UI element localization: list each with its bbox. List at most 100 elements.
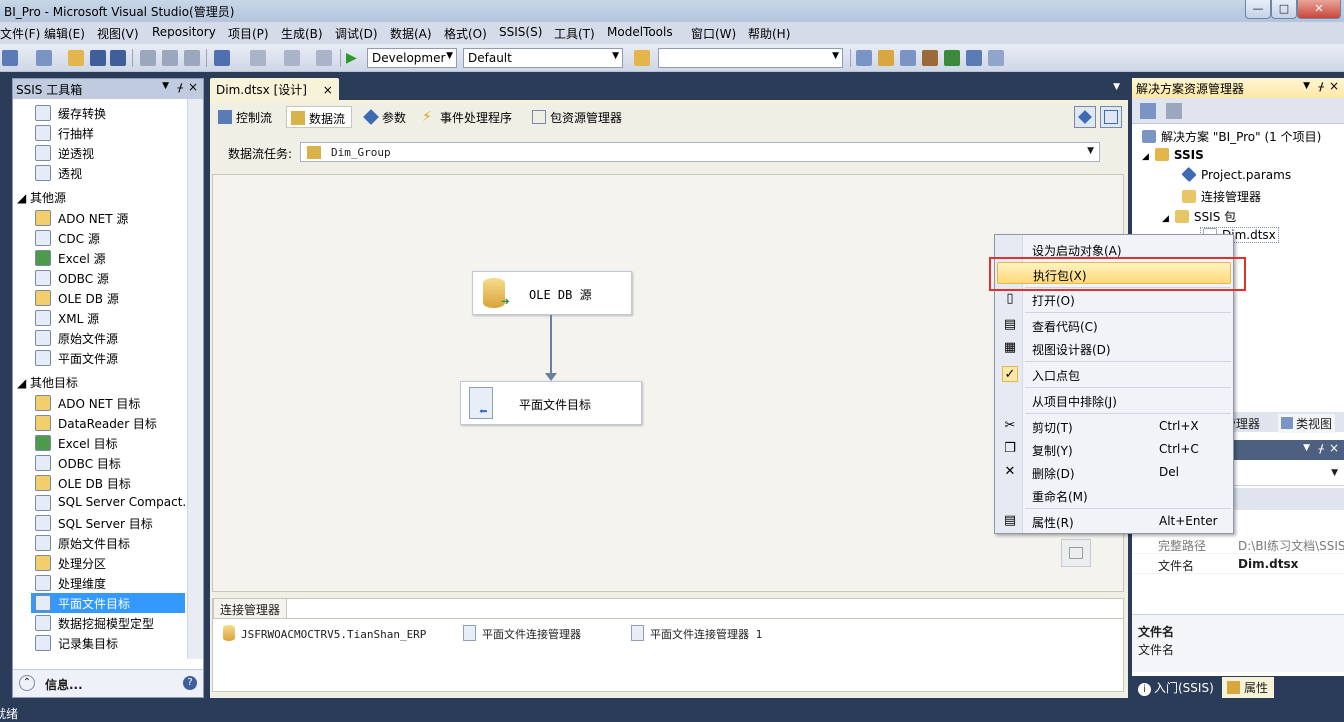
close-icon[interactable]: × xyxy=(1329,79,1339,93)
solution-config-combo[interactable]: Developmer ▼ xyxy=(367,48,457,68)
menu-modeltools[interactable]: ModelTools xyxy=(607,25,673,39)
toolbox-item[interactable]: ADO NET 源 xyxy=(31,208,185,228)
toolbox-item[interactable]: XML 源 xyxy=(31,308,185,328)
tab-event-handlers[interactable]: ⚡ 事件处理程序 xyxy=(418,106,518,128)
tree-ssis-packages[interactable]: ◢ SSIS 包 xyxy=(1162,208,1236,225)
toolbox-item[interactable]: CDC 源 xyxy=(31,228,185,248)
paste-icon[interactable] xyxy=(184,50,200,66)
property-row-full-path[interactable]: 完整路径 D:\BI练习文档\SSIS xyxy=(1132,534,1344,554)
menu-help[interactable]: 帮助(H) xyxy=(748,25,790,42)
redo-icon[interactable] xyxy=(250,50,266,66)
toolbox-item[interactable]: ODBC 目标 xyxy=(31,453,185,473)
menu-rename[interactable]: 重命名(M) xyxy=(997,484,1231,506)
close-icon[interactable]: × xyxy=(188,80,198,94)
navigate-forward-icon[interactable] xyxy=(316,50,332,66)
toolbox-group-sources[interactable]: ◢ 其他源 xyxy=(17,189,66,206)
toolbox-item[interactable]: OLE DB 源 xyxy=(31,288,185,308)
flat-file-destination-node[interactable]: ⬅ 平面文件目标 xyxy=(460,381,642,425)
menu-view[interactable]: 视图(V) xyxy=(97,25,139,42)
menu-repository[interactable]: Repository xyxy=(152,25,216,39)
add-item-icon[interactable] xyxy=(36,50,52,66)
minimize-button[interactable]: — xyxy=(1245,0,1271,19)
toolbox-item[interactable]: SQL Server 目标 xyxy=(31,513,185,533)
toolbox-item-selected[interactable]: 平面文件目标 xyxy=(31,593,185,613)
output-window-icon[interactable] xyxy=(988,50,1004,66)
properties-icon[interactable] xyxy=(1140,103,1156,119)
toolbox-item[interactable]: 处理维度 xyxy=(31,573,185,593)
menu-debug[interactable]: 调试(D) xyxy=(335,25,378,42)
toolbox-item[interactable]: Excel 目标 xyxy=(31,433,185,453)
tab-overflow-icon[interactable]: ▼ xyxy=(1113,82,1120,92)
toolbox-scrollbar[interactable] xyxy=(187,99,203,659)
toolbox-item[interactable]: 平面文件源 xyxy=(31,348,185,368)
menu-data[interactable]: 数据(A) xyxy=(390,25,432,42)
menu-cut[interactable]: ✂ 剪切(T) Ctrl+X xyxy=(997,415,1231,437)
solution-explorer-icon[interactable] xyxy=(856,50,872,66)
save-icon[interactable] xyxy=(90,50,106,66)
menu-view-designer[interactable]: ▦ 视图设计器(D) xyxy=(997,337,1231,359)
close-button[interactable]: ✕ xyxy=(1297,0,1341,19)
data-flow-canvas[interactable]: ➜ OLE DB 源 ⬅ 平面文件目标 xyxy=(212,174,1124,592)
connection-item[interactable]: JSFRWOACMOCTRV5.TianShan_ERP xyxy=(223,625,426,641)
document-tab-dim[interactable]: Dim.dtsx [设计] × xyxy=(210,78,339,100)
close-icon[interactable]: × xyxy=(1329,441,1339,455)
tree-solution[interactable]: 解决方案 "BI_Pro" (1 个项目) xyxy=(1142,128,1321,145)
dropdown-icon[interactable]: ▼ xyxy=(162,81,169,91)
connection-item[interactable]: 平面文件连接管理器 xyxy=(463,625,581,642)
pin-icon[interactable]: ᚋ xyxy=(1319,80,1324,93)
menu-build[interactable]: 生成(B) xyxy=(281,25,323,42)
menu-ssis[interactable]: SSIS(S) xyxy=(499,25,542,39)
menu-tools[interactable]: 工具(T) xyxy=(554,25,595,42)
save-all-icon[interactable] xyxy=(110,50,126,66)
find-in-files-icon[interactable] xyxy=(634,50,650,66)
start-debug-icon[interactable]: ▶ xyxy=(346,50,362,66)
show-all-files-icon[interactable] xyxy=(1166,103,1182,119)
tree-connection-managers[interactable]: 连接管理器 xyxy=(1182,188,1261,205)
toolbox-item[interactable]: 行抽样 xyxy=(31,123,185,143)
toolbox-tools-icon[interactable] xyxy=(922,50,938,66)
menu-delete[interactable]: ✕ 删除(D) Del xyxy=(997,461,1231,483)
dropdown-icon[interactable]: ▼ xyxy=(1303,81,1310,91)
toolbox-group-targets[interactable]: ◢ 其他目标 xyxy=(17,374,78,391)
tree-project-params[interactable]: Project.params xyxy=(1181,166,1291,183)
zoom-to-fit-button[interactable] xyxy=(1100,106,1122,128)
toolbox-item[interactable]: ADO NET 目标 xyxy=(31,393,185,413)
find-combo[interactable]: ▼ xyxy=(658,48,843,68)
menu-project[interactable]: 项目(P) xyxy=(228,25,269,42)
toolbox-item[interactable]: 记录集目标 xyxy=(31,633,185,653)
undo-icon[interactable] xyxy=(214,50,230,66)
solution-platform-combo[interactable]: Default ▼ xyxy=(463,48,623,68)
tab-data-flow[interactable]: 数据流 xyxy=(286,106,353,128)
property-row-filename[interactable]: 文件名 Dim.dtsx xyxy=(1132,554,1344,574)
pin-icon[interactable]: ᚋ xyxy=(1319,442,1324,455)
navigate-back-icon[interactable] xyxy=(284,50,300,66)
start-page-icon[interactable] xyxy=(944,50,960,66)
collapse-circle-icon[interactable]: ⌃ xyxy=(19,675,35,691)
toolbox-item[interactable]: 数据挖掘模型定型 xyxy=(31,613,185,633)
toolbox-item[interactable]: 逆透视 xyxy=(31,143,185,163)
info-label[interactable]: 信息... xyxy=(45,676,83,693)
toolbox-item[interactable]: OLE DB 目标 xyxy=(31,473,185,493)
menu-copy[interactable]: ❐ 复制(Y) Ctrl+C xyxy=(997,438,1231,460)
menu-view-code[interactable]: ▤ 查看代码(C) xyxy=(997,314,1231,336)
data-path-line[interactable] xyxy=(550,315,552,377)
ole-db-source-node[interactable]: ➜ OLE DB 源 xyxy=(472,271,632,315)
toolbox-item[interactable]: 透视 xyxy=(31,163,185,183)
menu-entry-point[interactable]: ✓ 入口点包 xyxy=(997,363,1231,385)
properties-icon[interactable] xyxy=(878,50,894,66)
class-view-icon[interactable] xyxy=(966,50,982,66)
toolbox-item[interactable]: ODBC 源 xyxy=(31,268,185,288)
tab-package-explorer[interactable]: 包资源管理器 xyxy=(528,106,628,128)
toolbox-item[interactable]: 原始文件目标 xyxy=(31,533,185,553)
dropdown-icon[interactable]: ▼ xyxy=(1303,443,1310,453)
connection-managers-tab[interactable]: 连接管理器 xyxy=(213,598,288,618)
properties-tab[interactable]: 属性 xyxy=(1222,677,1275,698)
tab-control-flow[interactable]: 控制流 xyxy=(214,106,278,128)
copy-icon[interactable] xyxy=(162,50,178,66)
tree-project[interactable]: ◢ SSIS xyxy=(1142,148,1204,162)
menu-properties[interactable]: ▤ 属性(R) Alt+Enter xyxy=(997,510,1231,532)
fit-view-button[interactable] xyxy=(1061,539,1091,567)
toolbox-item[interactable]: SQL Server Compact... xyxy=(31,493,185,513)
menu-edit[interactable]: 编辑(E) xyxy=(44,25,85,42)
pin-icon[interactable]: ᚋ xyxy=(178,81,183,94)
